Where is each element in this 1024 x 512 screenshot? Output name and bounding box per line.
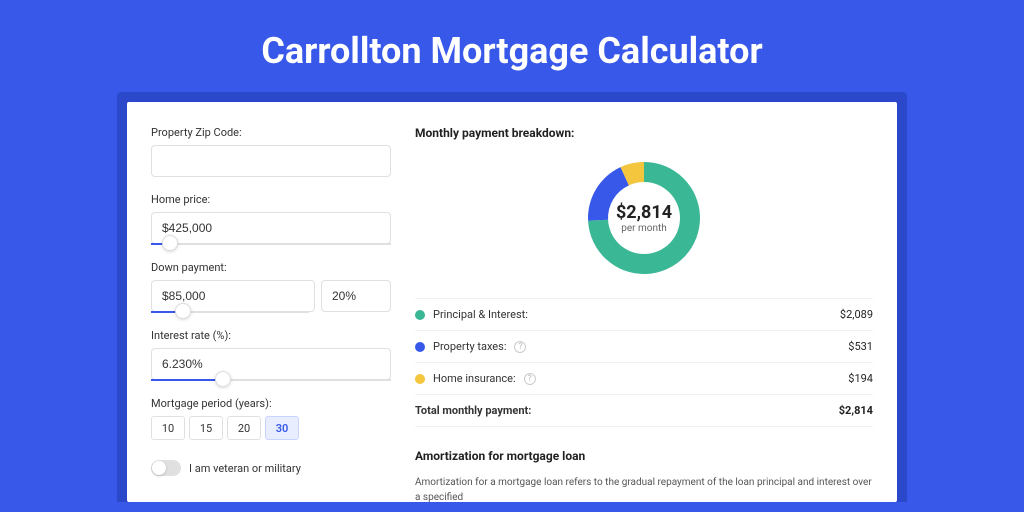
down-label: Down payment: (151, 261, 391, 274)
breakdown-title: Monthly payment breakdown: (415, 126, 873, 140)
calculator-card: Property Zip Code: Home price: Down paym… (127, 102, 897, 502)
veteran-toggle[interactable] (151, 460, 181, 476)
zip-input[interactable] (151, 145, 391, 177)
total-label: Total monthly payment: (415, 404, 531, 417)
card-wrapper: Property Zip Code: Home price: Down paym… (117, 92, 907, 502)
field-down: Down payment: (151, 261, 391, 313)
breakdown-total-row: Total monthly payment: $2,814 (415, 394, 873, 427)
legend-dot (415, 310, 425, 320)
price-slider[interactable] (151, 243, 391, 245)
page-title: Carrollton Mortgage Calculator (0, 0, 1024, 92)
breakdown-label: Property taxes: (433, 340, 506, 353)
breakdown-value: $194 (848, 372, 873, 385)
price-label: Home price: (151, 193, 391, 206)
down-slider[interactable] (151, 311, 309, 313)
rate-label: Interest rate (%): (151, 329, 391, 342)
period-label: Mortgage period (years): (151, 397, 391, 410)
help-icon[interactable]: ? (514, 341, 526, 353)
breakdown-row: Home insurance:? $194 (415, 362, 873, 394)
period-btn-15[interactable]: 15 (189, 416, 223, 440)
amort-title: Amortization for mortgage loan (415, 449, 873, 463)
down-pct-input[interactable] (321, 280, 391, 312)
breakdown-column: Monthly payment breakdown: $2,814 per mo… (415, 126, 873, 478)
rate-input[interactable] (151, 348, 391, 380)
field-zip: Property Zip Code: (151, 126, 391, 177)
donut-sub: per month (621, 223, 667, 234)
down-slider-thumb[interactable] (175, 303, 191, 319)
form-column: Property Zip Code: Home price: Down paym… (151, 126, 391, 478)
rate-slider-thumb[interactable] (215, 371, 231, 387)
donut-value: $2,814 (616, 202, 672, 223)
field-price: Home price: (151, 193, 391, 245)
veteran-label: I am veteran or military (189, 462, 301, 475)
legend-dot (415, 374, 425, 384)
price-slider-thumb[interactable] (162, 235, 178, 251)
donut-chart: $2,814 per month (415, 158, 873, 278)
price-input[interactable] (151, 212, 391, 244)
breakdown-row: Property taxes:? $531 (415, 330, 873, 362)
field-period: Mortgage period (years): 10152030 (151, 397, 391, 440)
help-icon[interactable]: ? (524, 373, 536, 385)
total-value: $2,814 (839, 404, 873, 417)
field-rate: Interest rate (%): (151, 329, 391, 381)
period-btn-20[interactable]: 20 (227, 416, 261, 440)
breakdown-label: Home insurance: (433, 372, 516, 385)
period-btn-30[interactable]: 30 (265, 416, 299, 440)
breakdown-row: Principal & Interest: $2,089 (415, 298, 873, 330)
breakdown-value: $531 (848, 340, 873, 353)
period-btn-10[interactable]: 10 (151, 416, 185, 440)
legend-dot (415, 342, 425, 352)
amort-body: Amortization for a mortgage loan refers … (415, 475, 873, 502)
breakdown-list: Principal & Interest: $2,089 Property taxe… (415, 298, 873, 427)
zip-label: Property Zip Code: (151, 126, 391, 139)
veteran-row: I am veteran or military (151, 460, 391, 476)
breakdown-value: $2,089 (840, 308, 873, 321)
rate-slider[interactable] (151, 379, 391, 381)
breakdown-label: Principal & Interest: (433, 308, 528, 321)
